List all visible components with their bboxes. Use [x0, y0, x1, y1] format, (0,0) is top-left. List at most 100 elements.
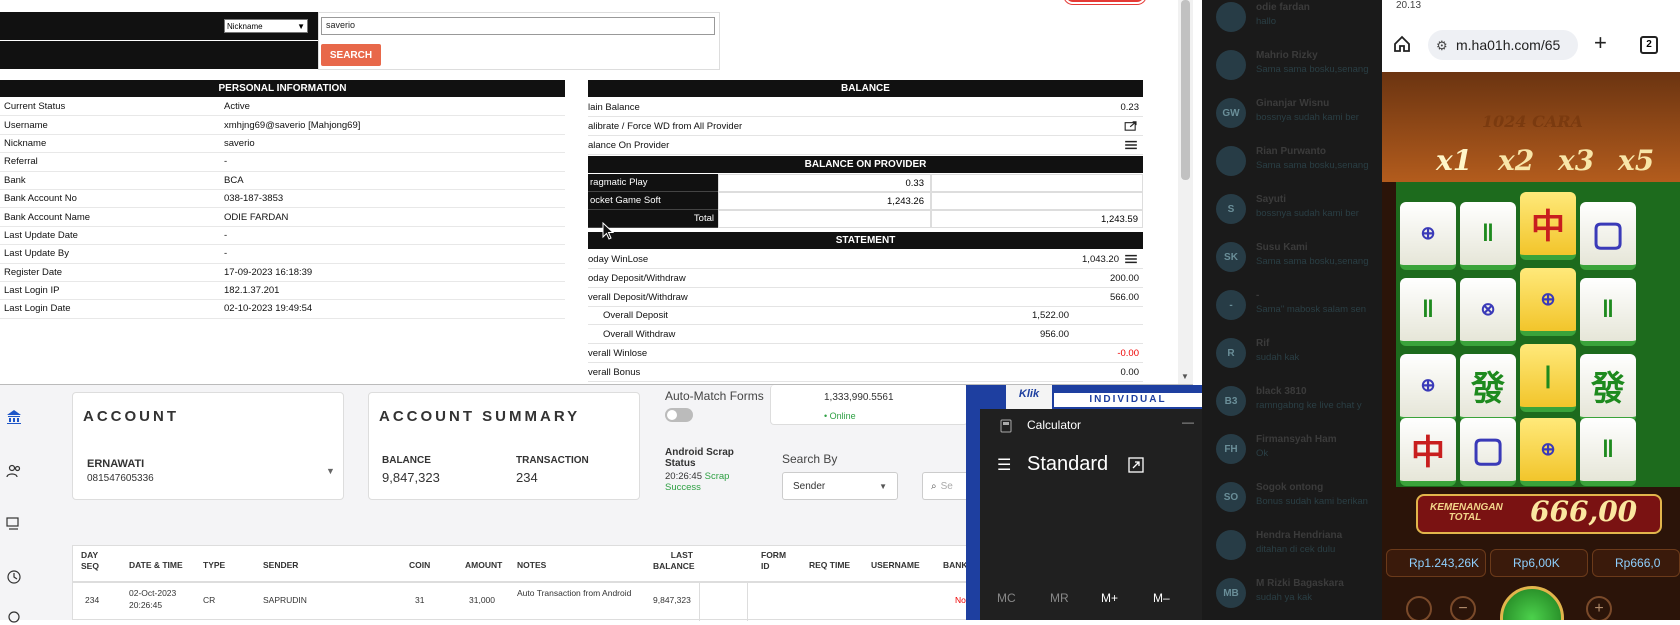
col-req-time[interactable]: REQ TIME — [809, 560, 850, 570]
info-row: Last Update By - — [0, 245, 565, 264]
auto-match-toggle[interactable] — [665, 408, 693, 422]
device-card — [770, 385, 968, 425]
info-key: Last Update Date — [4, 229, 78, 241]
history-icon[interactable] — [6, 569, 22, 585]
list-icon[interactable] — [1123, 254, 1139, 264]
scroll-down-icon[interactable]: ▼ — [1181, 372, 1189, 381]
col-coin[interactable]: COIN — [409, 560, 430, 570]
turbo-button[interactable] — [1406, 596, 1432, 620]
balance-on-provider-row: alance On Provider — [588, 136, 1143, 155]
chat-item[interactable]: - - Sama" mabosk salam sen — [1202, 284, 1382, 332]
tile: ‖ — [1460, 202, 1516, 270]
provider-name: ragmatic Play — [588, 174, 718, 192]
col-username[interactable]: USERNAME — [871, 560, 920, 570]
table-row[interactable]: 234 02-Oct-2023 20:26:45 CR SAPRUDIN 31 … — [72, 582, 968, 621]
search-by-label: Search By — [782, 452, 838, 466]
chat-item[interactable]: SO Sogok ontong Bonus sudah kami berikan — [1202, 476, 1382, 524]
close-badge[interactable] — [1064, 0, 1146, 4]
minus-bet-button[interactable]: − — [1450, 596, 1476, 620]
chat-item[interactable]: S Sayuti bossnya sudah kami ber — [1202, 188, 1382, 236]
chat-item[interactable]: Mahrio Rizky Sama sama bosku,senang — [1202, 44, 1382, 92]
chat-item[interactable]: Rian Purwanto Sama sama bosku,senang — [1202, 140, 1382, 188]
site-settings-icon[interactable]: ⚙ — [1436, 38, 1448, 54]
keep-on-top-icon[interactable] — [1128, 457, 1144, 473]
col-sender[interactable]: SENDER — [263, 560, 298, 570]
share-icon[interactable] — [1123, 121, 1139, 131]
minimize-icon[interactable]: — — [1182, 415, 1194, 429]
m-minus-button[interactable]: M– — [1153, 591, 1170, 605]
chat-item[interactable]: SK Susu Kami Sama sama bosku,senang — [1202, 236, 1382, 284]
search-type-select[interactable]: Nickname ▼ — [224, 19, 308, 33]
mc-button[interactable]: MC — [997, 591, 1016, 605]
info-row: Last Login Date 02-10-2023 19:49:54 — [0, 300, 565, 319]
chat-message: sudah ya kak — [1256, 592, 1312, 603]
statement-row: Overall Deposit 1,522.00 — [588, 306, 1143, 325]
info-row: Username xmhjng69@saverio [Mahjong69] — [0, 116, 565, 135]
settings-icon[interactable] — [6, 609, 22, 625]
menu-icon[interactable]: ☰ — [997, 455, 1011, 475]
col-amount[interactable]: AMOUNT — [465, 560, 502, 570]
avatar: GW — [1216, 98, 1246, 128]
col-last-balance[interactable]: LAST BALANCE — [653, 550, 695, 572]
info-key: Bank — [4, 174, 26, 186]
chat-message: Bonus sudah kami berikan — [1256, 496, 1368, 507]
chat-item[interactable]: B3 black 3810 ramngabng ke live chat y — [1202, 380, 1382, 428]
tile: ‖ — [1580, 278, 1636, 346]
balance-stat: Rp1.243,26K — [1386, 549, 1486, 577]
account-dropdown-icon[interactable]: ▼ — [326, 466, 335, 476]
chevron-down-icon: ▼ — [879, 481, 887, 491]
tile: ▢ — [1460, 418, 1516, 486]
chat-item[interactable]: Hendra Hendriana ditahan di cek dulu — [1202, 524, 1382, 572]
bank-icon[interactable] — [6, 409, 22, 425]
col-type[interactable]: TYPE — [203, 560, 225, 570]
chat-item[interactable]: GW Ginanjar Wisnu bossnya sudah kami ber — [1202, 92, 1382, 140]
search-by-select[interactable]: Sender ▼ — [782, 472, 898, 500]
chat-item[interactable]: MB M Rizki Bagaskara sudah ya kak — [1202, 572, 1382, 620]
users-icon[interactable] — [6, 463, 22, 479]
chat-name: Firmansyah Ham — [1256, 434, 1337, 445]
avatar — [1216, 146, 1246, 176]
col-day-seq[interactable]: DAY SEQ — [81, 550, 111, 572]
total-value: 1,243.59 — [931, 210, 1143, 228]
avatar: FH — [1216, 434, 1246, 464]
mr-button[interactable]: MR — [1050, 591, 1069, 605]
calculator-mode: Standard — [1027, 453, 1109, 475]
info-value: 17-09-2023 16:18:39 — [224, 266, 313, 278]
m-plus-button[interactable]: M+ — [1101, 591, 1118, 605]
col-form-id[interactable]: FORM ID — [761, 550, 791, 572]
balance-value: 9,847,323 — [382, 470, 440, 485]
info-value: 02-10-2023 19:49:54 — [224, 303, 313, 315]
list-icon[interactable] — [1123, 140, 1139, 150]
spin-button[interactable] — [1500, 586, 1564, 620]
chat-item[interactable]: odie fardan hallo — [1202, 0, 1382, 44]
chat-item[interactable]: R Rif sudah kak — [1202, 332, 1382, 380]
url-field[interactable]: m.ha01h.com/65 — [1428, 30, 1578, 60]
tile: 發 — [1460, 354, 1516, 422]
tile: 中 — [1400, 418, 1456, 486]
search-input[interactable]: saverio — [321, 17, 715, 35]
info-key: Last Login IP — [4, 285, 60, 297]
chat-message: sudah kak — [1256, 352, 1300, 363]
col-notes[interactable]: NOTES — [517, 560, 546, 570]
home-icon[interactable] — [1392, 34, 1412, 54]
chat-message: hallo — [1256, 16, 1277, 27]
info-value: saverio — [224, 137, 255, 149]
new-tab-icon[interactable]: + — [1594, 30, 1607, 56]
col-bank[interactable]: BANK — [943, 560, 968, 570]
device-icon[interactable] — [6, 515, 22, 531]
plus-bet-button[interactable]: + — [1586, 596, 1612, 620]
chat-item[interactable]: FH Firmansyah Ham Ok — [1202, 428, 1382, 476]
statement-heading: STATEMENT — [588, 232, 1143, 249]
search-button[interactable]: SEARCH — [321, 44, 381, 66]
info-key: Username — [4, 119, 48, 131]
popup-scrollbar-thumb[interactable] — [1181, 0, 1190, 180]
tab-count-button[interactable]: 2 — [1640, 36, 1658, 54]
info-value: 182.1.37.201 — [224, 285, 280, 297]
win-stat: Rp666,0 — [1592, 549, 1680, 577]
balance-label: BALANCE — [382, 455, 431, 466]
chat-message: ditahan di cek dulu — [1256, 544, 1336, 555]
chat-name: Sogok ontong — [1256, 482, 1324, 493]
col-date-time[interactable]: DATE & TIME — [129, 560, 183, 570]
member-info-popup: Nickname ▼ saverio SEARCH PERSONAL INFOR… — [0, 0, 1193, 385]
transaction-search-input[interactable]: ⌕ Se — [922, 472, 968, 500]
